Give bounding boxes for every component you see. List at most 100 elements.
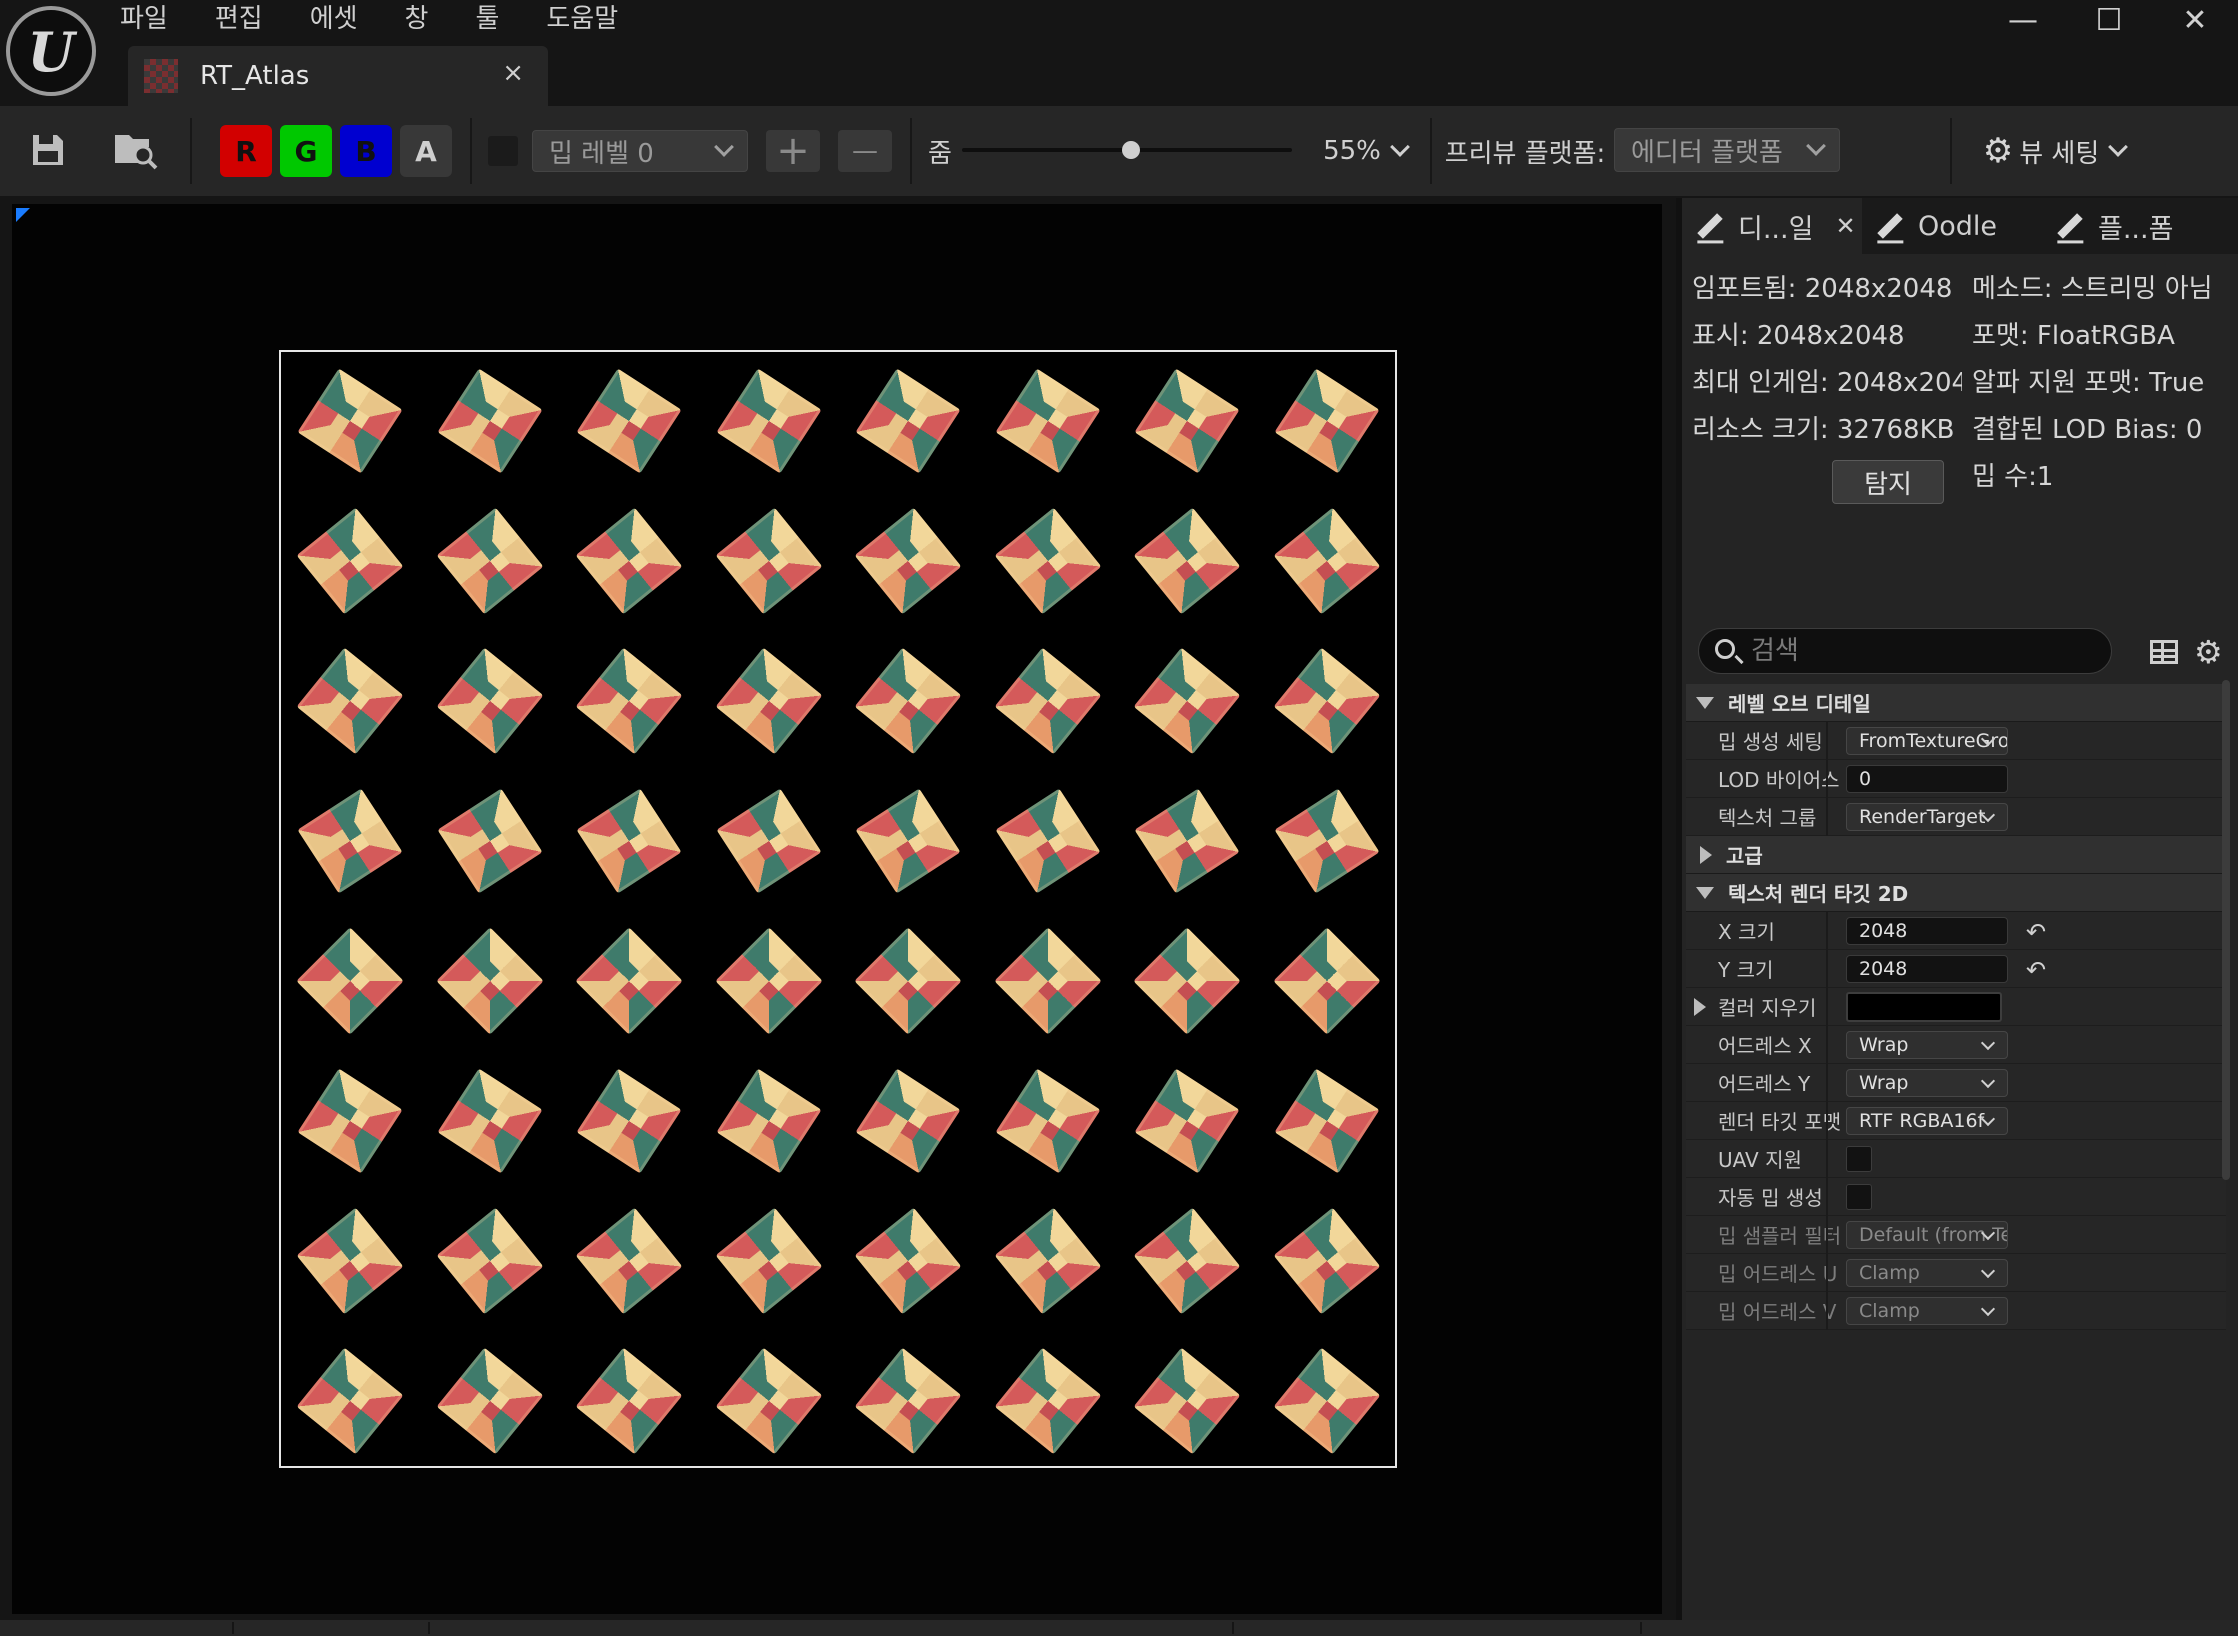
atlas-tile <box>1134 788 1240 894</box>
property-value-combo: Clamp <box>1846 1259 2008 1287</box>
combo-value: RTF RGBA16f <box>1859 1110 1985 1132</box>
category-advanced[interactable]: 고급 <box>1686 836 2226 874</box>
property-checkbox[interactable] <box>1846 1146 1872 1172</box>
panel-tab[interactable]: 디...일 ✕ <box>1682 198 1862 254</box>
column-divider[interactable] <box>1826 760 1828 798</box>
column-divider[interactable] <box>1826 1102 1828 1140</box>
combo-value: Wrap <box>1859 1072 1909 1094</box>
column-divider[interactable] <box>1826 1064 1828 1102</box>
category-render-target-2d[interactable]: 텍스처 렌더 타깃 2D <box>1686 874 2226 912</box>
close-icon[interactable]: ✕ <box>1835 212 1855 240</box>
document-tab[interactable]: RT_Atlas × <box>128 46 548 106</box>
property-checkbox[interactable] <box>1846 1184 1872 1210</box>
chevron-down-icon <box>1980 1263 1996 1279</box>
property-value-input[interactable]: 2048 <box>1846 955 2008 983</box>
channel-g-button[interactable]: G <box>280 125 332 177</box>
menu-item[interactable]: 에셋 <box>310 0 358 40</box>
atlas-tile <box>854 647 962 755</box>
maximize-button[interactable]: ☐ <box>2066 0 2152 40</box>
menu-item[interactable]: 창 <box>405 0 429 40</box>
view-settings-button[interactable]: ⚙ 뷰 세팅 <box>1972 128 2136 174</box>
column-divider[interactable] <box>1826 1216 1828 1254</box>
zoom-label: 줌 <box>928 138 952 169</box>
mip-decrease-button[interactable]: — <box>838 130 892 172</box>
column-divider[interactable] <box>1826 1254 1828 1292</box>
column-divider[interactable] <box>1826 1140 1828 1178</box>
menu-item[interactable]: 툴 <box>475 0 499 40</box>
atlas-tile <box>715 1207 822 1315</box>
expand-arrow-icon[interactable] <box>1696 886 1714 899</box>
atlas-tile <box>714 927 823 1035</box>
property-value-input[interactable]: 2048 <box>1846 917 2008 945</box>
tab-close-icon[interactable]: × <box>502 58 524 88</box>
property-value-input[interactable]: 0 <box>1846 765 2008 793</box>
details-search[interactable] <box>1698 628 2112 674</box>
save-icon[interactable] <box>28 130 68 170</box>
panel-tab[interactable]: Oodle <box>1862 198 2042 254</box>
unreal-logo[interactable]: U <box>6 6 96 96</box>
status-segment-divider <box>1640 1622 1642 1634</box>
channel-b-button[interactable]: B <box>340 125 392 177</box>
pencil-icon <box>2057 213 2083 239</box>
property-value-combo[interactable]: Wrap <box>1846 1069 2008 1097</box>
stat-imported: 임포트됨: 2048x2048 <box>1692 274 1953 304</box>
atlas-tile <box>297 788 403 894</box>
menu-item[interactable]: 편집 <box>215 0 263 40</box>
close-window-button[interactable]: ✕ <box>2152 0 2238 40</box>
probe-button[interactable]: 탐지 <box>1832 460 1944 504</box>
atlas-tile <box>576 1068 682 1174</box>
column-divider[interactable] <box>1826 1292 1828 1330</box>
column-divider[interactable] <box>1826 1026 1828 1064</box>
property-label: X 크기 <box>1718 920 1775 944</box>
clear-color-swatch[interactable] <box>1846 992 2002 1022</box>
property-value-combo[interactable]: RenderTarget <box>1846 803 2008 831</box>
menu-item[interactable]: 도움말 <box>546 0 618 40</box>
atlas-tile <box>296 647 404 755</box>
minimize-button[interactable]: — <box>1980 0 2066 40</box>
table-view-icon[interactable] <box>2150 640 2178 664</box>
atlas-tile <box>1134 1068 1240 1174</box>
column-divider[interactable] <box>1826 950 1828 988</box>
atlas-tile <box>715 1347 822 1455</box>
property-value-combo[interactable]: FromTextureGrou <box>1846 727 2008 755</box>
mip-level-dropdown[interactable]: 밉 레벨 0 <box>532 130 748 172</box>
menu-item[interactable]: 파일 <box>120 0 168 40</box>
property-value-combo[interactable]: Wrap <box>1846 1031 2008 1059</box>
panel-tab[interactable]: 플...폼 <box>2042 198 2232 254</box>
column-divider[interactable] <box>1826 912 1828 950</box>
collapsed-arrow-icon[interactable] <box>1694 998 1706 1016</box>
column-divider[interactable] <box>1826 722 1828 760</box>
zoom-slider-thumb[interactable] <box>1122 141 1141 159</box>
reset-to-default-icon[interactable]: ↶ <box>2026 918 2046 946</box>
background-color-swatch[interactable] <box>488 136 518 166</box>
gear-icon[interactable]: ⚙ <box>2194 636 2226 668</box>
preview-platform-dropdown[interactable]: 에디터 플랫폼 <box>1614 128 1840 172</box>
search-icon <box>1715 639 1735 659</box>
search-input[interactable] <box>1751 635 2091 667</box>
column-divider[interactable] <box>1826 988 1828 1026</box>
atlas-tile <box>575 507 683 615</box>
property-value-combo[interactable]: RTF RGBA16f <box>1846 1107 2008 1135</box>
pencil-icon <box>1877 213 1903 239</box>
property-list: 레벨 오브 디테일 밉 생성 세팅 FromTextureGrou LOD 바이어스 0… <box>1686 684 2226 1330</box>
reset-to-default-icon[interactable]: ↶ <box>2026 956 2046 984</box>
column-divider[interactable] <box>1826 1178 1828 1216</box>
view-settings-label: 뷰 세팅 <box>2019 138 2100 169</box>
zoom-value: 55% <box>1323 136 1381 166</box>
channel-r-button[interactable]: R <box>220 125 272 177</box>
collapsed-arrow-icon[interactable] <box>1700 845 1712 864</box>
toolbar-separator <box>910 118 912 184</box>
zoom-value-dropdown[interactable]: 55% <box>1318 130 1412 172</box>
atlas-tile <box>854 507 962 615</box>
mip-increase-button[interactable]: + <box>766 128 820 174</box>
property-row: LOD 바이어스 0 <box>1686 760 2226 798</box>
category-level-of-detail[interactable]: 레벨 오브 디테일 <box>1686 684 2226 722</box>
atlas-tile <box>1273 788 1380 894</box>
preview-platform-value: 에디터 플랫폼 <box>1631 137 1783 168</box>
column-divider[interactable] <box>1826 798 1828 836</box>
browse-asset-icon[interactable] <box>112 128 160 172</box>
panel-scrollbar[interactable] <box>2222 680 2230 1180</box>
channel-a-button[interactable]: A <box>400 125 452 177</box>
atlas-tile <box>715 647 822 755</box>
expand-arrow-icon[interactable] <box>1696 696 1714 709</box>
